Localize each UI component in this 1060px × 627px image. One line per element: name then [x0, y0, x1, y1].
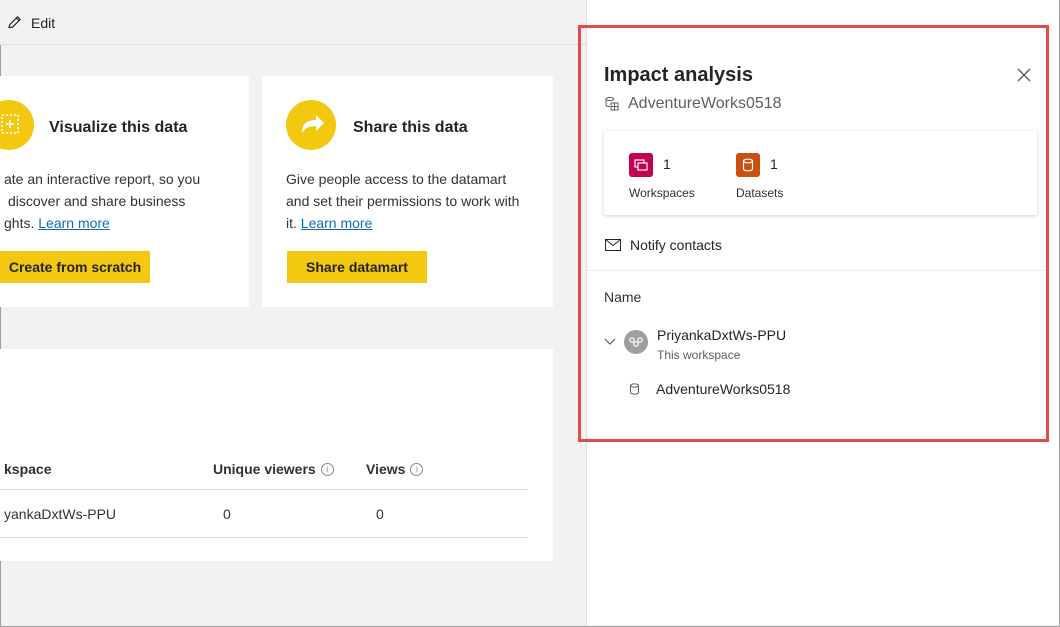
card-title: Share this data — [353, 119, 468, 136]
card-description: ate an interactive report, so you discov… — [4, 171, 201, 231]
share-card: Share this data Give people access to th… — [262, 76, 553, 307]
column-header-unique-viewers: Unique viewers i — [213, 461, 334, 477]
share-arrow-icon — [286, 100, 336, 150]
table-cell-views: 0 — [376, 506, 384, 522]
create-from-scratch-button[interactable]: Create from scratch — [0, 251, 150, 283]
divider — [0, 489, 528, 490]
table-cell-unique-viewers: 0 — [223, 506, 231, 522]
learn-more-link[interactable]: Learn more — [38, 215, 110, 231]
pencil-icon — [8, 15, 22, 29]
column-header-views: Views i — [366, 461, 424, 477]
info-icon[interactable]: i — [410, 462, 424, 476]
edit-button[interactable]: Edit — [6, 14, 55, 31]
report-icon — [0, 100, 34, 150]
share-datamart-button[interactable]: Share datamart — [287, 251, 427, 283]
info-icon[interactable]: i — [320, 462, 334, 476]
card-title: Visualize this data — [49, 119, 188, 136]
usage-table: kspace Unique viewers i Views i yankaDxtWs… — [0, 349, 553, 561]
toolbar: Edit — [0, 0, 586, 45]
table-cell-workspace: yankaDxtWs-PPU — [4, 506, 117, 522]
edit-label: Edit — [31, 14, 56, 31]
card-description: Give people access to the datamart and s… — [286, 171, 520, 231]
column-header-workspace: kspace — [4, 461, 52, 477]
highlight-box — [578, 25, 1049, 442]
divider — [0, 537, 528, 538]
learn-more-link[interactable]: Learn more — [301, 215, 373, 231]
visualize-card: Visualize this data ate an interactive r… — [0, 76, 249, 307]
